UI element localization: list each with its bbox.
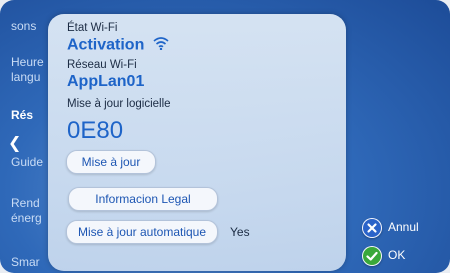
auto-update-button[interactable]: Mise à jour automatique — [66, 220, 218, 244]
menu-item-language[interactable]: langu — [11, 70, 40, 85]
wifi-network-value: AppLan01 — [67, 73, 145, 90]
auto-update-value: Yes — [230, 225, 250, 239]
cancel-label[interactable]: Annul — [388, 220, 419, 234]
menu-item-guide[interactable]: Guide — [11, 155, 43, 170]
back-arrow-icon[interactable]: ❮ — [8, 133, 21, 153]
network-info-panel: État Wi-Fi Activation Réseau Wi-Fi AppLa… — [48, 14, 346, 271]
check-icon — [363, 247, 381, 265]
ok-label[interactable]: OK — [388, 248, 405, 262]
wifi-network-label: Réseau Wi-Fi — [67, 59, 137, 71]
menu-item-smart[interactable]: Smar — [11, 255, 40, 270]
cancel-button[interactable] — [362, 218, 382, 238]
menu-item-sounds[interactable]: sons — [11, 19, 36, 34]
wifi-status-text: Activation — [67, 36, 145, 54]
menu-item-energy[interactable]: Rend — [11, 196, 40, 211]
software-version: 0E80 — [67, 117, 124, 144]
software-update-label: Mise à jour logicielle — [67, 98, 171, 110]
menu-item-time[interactable]: Heure — [11, 55, 44, 70]
menu-item-network[interactable]: Rés — [11, 108, 33, 123]
wifi-icon — [153, 36, 169, 55]
update-button[interactable]: Mise à jour — [66, 150, 156, 174]
wifi-status-value: Activation — [67, 36, 169, 55]
legal-info-button[interactable]: Informacion Legal — [68, 187, 218, 211]
wifi-status-label: État Wi-Fi — [67, 22, 118, 34]
screen: sons Heure langu Rés ❮ Guide Rend énerg … — [0, 0, 450, 273]
ok-button[interactable] — [362, 246, 382, 266]
menu-item-energy-2[interactable]: énerg — [11, 211, 42, 226]
close-icon — [363, 219, 381, 237]
